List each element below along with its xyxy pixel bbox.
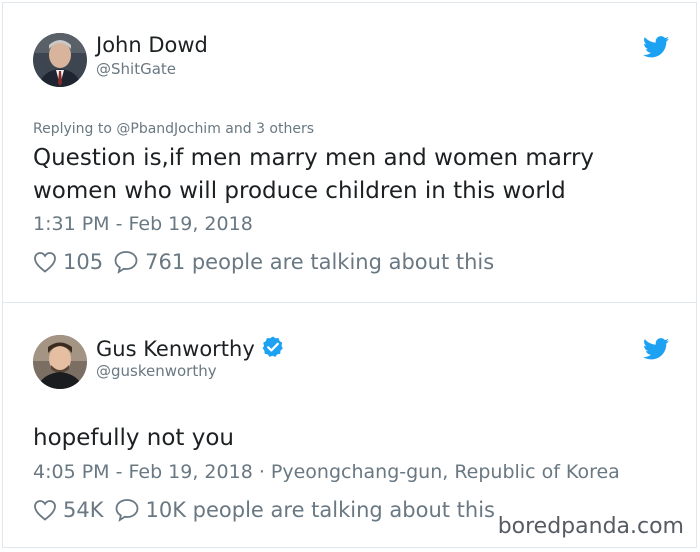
author-handle[interactable]: @guskenworthy bbox=[96, 362, 217, 380]
avatar[interactable] bbox=[33, 33, 87, 87]
verified-badge-icon bbox=[262, 336, 283, 357]
like-count[interactable]: 105 bbox=[63, 250, 103, 274]
comment-icon[interactable] bbox=[114, 498, 140, 522]
twitter-bird-icon[interactable] bbox=[643, 338, 669, 360]
avatar[interactable] bbox=[33, 335, 87, 389]
comment-icon[interactable] bbox=[113, 250, 139, 274]
tweet-text: hopefully not you bbox=[33, 425, 235, 451]
author-name-text[interactable]: Gus Kenworthy bbox=[96, 337, 255, 361]
talking-count[interactable]: 10K people are talking about this bbox=[146, 498, 496, 522]
talking-count[interactable]: 761 people are talking about this bbox=[145, 250, 494, 274]
avatar-photo bbox=[33, 33, 87, 87]
replying-to[interactable]: Replying to @PbandJochim and 3 others bbox=[33, 121, 314, 137]
like-count[interactable]: 54K bbox=[63, 498, 104, 522]
author-handle[interactable]: @ShitGate bbox=[96, 60, 176, 78]
tweet-actions: 54K 10K people are talking about this bbox=[33, 498, 495, 522]
heart-icon[interactable] bbox=[33, 499, 57, 521]
author-name[interactable]: John Dowd bbox=[96, 33, 208, 57]
watermark: boredpanda.com bbox=[495, 514, 686, 539]
twitter-bird-icon[interactable] bbox=[643, 36, 669, 58]
author-name[interactable]: Gus Kenworthy bbox=[96, 335, 285, 361]
tweet-card-2: Gus Kenworthy @guskenworthy hopefully no… bbox=[2, 302, 697, 548]
tweet-timestamp[interactable]: 1:31 PM - Feb 19, 2018 bbox=[33, 213, 253, 235]
tweet-card-1: John Dowd @ShitGate Replying to @PbandJo… bbox=[2, 2, 697, 304]
tweet-text: Question is,if men marry men and women m… bbox=[33, 145, 595, 204]
tweet-actions: 105 761 people are talking about this bbox=[33, 250, 494, 274]
avatar-photo bbox=[33, 335, 87, 389]
heart-icon[interactable] bbox=[33, 251, 57, 273]
tweet-timestamp[interactable]: 4:05 PM - Feb 19, 2018 · Pyeongchang-gun… bbox=[33, 461, 620, 483]
